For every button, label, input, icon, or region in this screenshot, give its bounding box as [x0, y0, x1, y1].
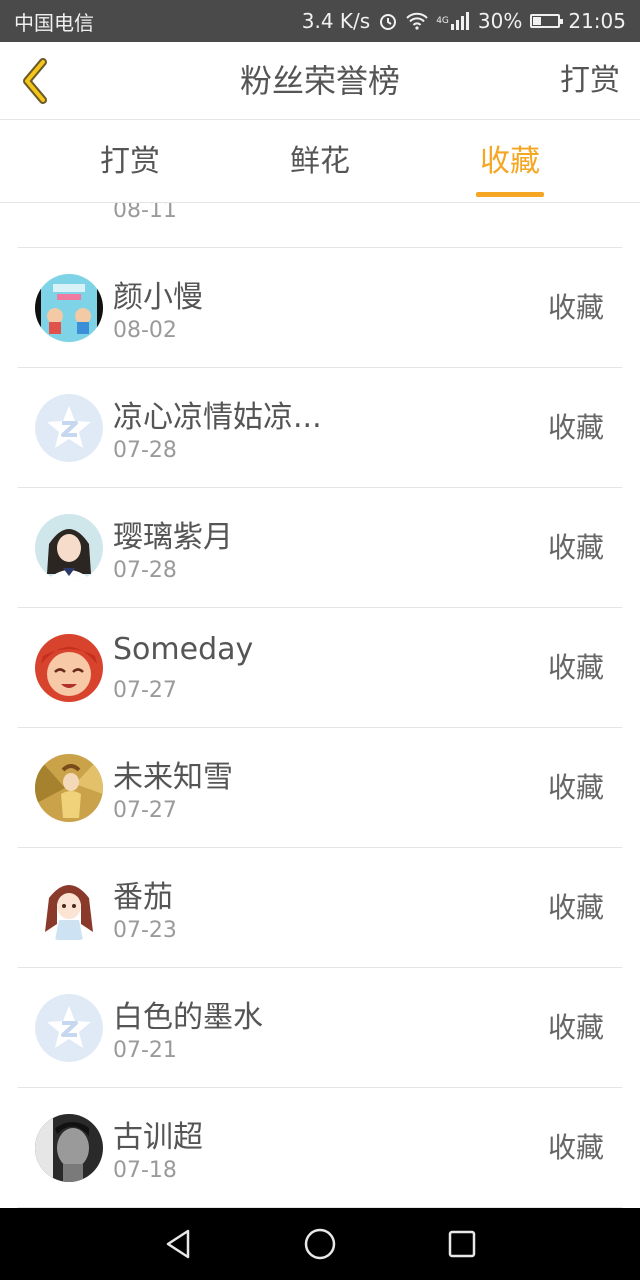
chevron-left-icon — [23, 58, 47, 104]
nav-recents-button[interactable] — [444, 1226, 480, 1262]
anime-girl-avatar — [35, 874, 103, 942]
golden-art-avatar — [35, 754, 103, 822]
list-item-name: 古训超 — [113, 1120, 203, 1155]
list-item-date: 07-28 — [113, 438, 177, 463]
list-item-action: 收藏 — [547, 1011, 604, 1044]
list-item[interactable]: 白色的墨水 07-21 收藏 — [18, 968, 622, 1088]
alarm-icon — [378, 11, 398, 31]
list-item-action: 收藏 — [547, 1131, 604, 1164]
tab-reward[interactable]: 打赏 — [70, 121, 190, 203]
carrier-name: 中国电信 — [14, 10, 94, 35]
nav-back-button[interactable] — [160, 1226, 196, 1262]
tab-flowers[interactable]: 鲜花 — [260, 121, 380, 203]
header: 粉丝荣誉榜 打赏 — [0, 42, 640, 120]
list-item[interactable]: 璎璃紫月 07-28 收藏 — [18, 488, 622, 608]
list-item-date: 07-18 — [113, 1158, 177, 1183]
tab-label: 鲜花 — [290, 144, 350, 179]
list-item-name: 凉心凉情姑凉... — [113, 400, 322, 435]
list-item-name: 颜小慢 — [113, 280, 203, 315]
girl-photo-avatar — [35, 514, 103, 582]
status-bar: 中国电信 3.4 K/s 4G 30% 21:05 — [0, 0, 640, 42]
circle-home-icon — [304, 1228, 336, 1260]
tab-bar: 打赏 鲜花 收藏 — [0, 121, 640, 203]
list-item-name: 白色的墨水 — [113, 1000, 263, 1035]
list-item-action: 收藏 — [547, 291, 604, 324]
signal-icon: 4G — [436, 12, 470, 30]
list-item-action: 收藏 — [547, 411, 604, 444]
reward-button[interactable]: 打赏 — [560, 42, 620, 120]
battery-icon — [530, 14, 564, 28]
list-item-date: 08-02 — [113, 318, 177, 343]
page-title: 粉丝荣誉榜 — [239, 62, 400, 100]
list-item-date: 08-11 — [113, 203, 177, 223]
list-item[interactable]: 08-11 — [18, 203, 622, 248]
default-avatar — [35, 994, 103, 1062]
square-recents-icon — [448, 1230, 476, 1258]
list-item[interactable]: 凉心凉情姑凉... 07-28 收藏 — [18, 368, 622, 488]
tab-favorites[interactable]: 收藏 — [450, 121, 570, 203]
list-item-date: 07-28 — [113, 558, 177, 583]
network-type: 4G — [436, 16, 449, 26]
anime-redhair-avatar — [35, 634, 103, 702]
list-item-name: Someday — [113, 632, 254, 667]
list-item[interactable]: 未来知雪 07-27 收藏 — [18, 728, 622, 848]
list-item-action: 收藏 — [547, 891, 604, 924]
clock: 21:05 — [568, 9, 626, 33]
list-item[interactable]: 古训超 07-18 收藏 — [18, 1088, 622, 1208]
list-item[interactable]: Someday 07-27 收藏 — [18, 608, 622, 728]
tab-label: 打赏 — [100, 144, 160, 179]
bw-photo-avatar — [35, 1114, 103, 1182]
list-item-name: 璎璃紫月 — [113, 520, 233, 555]
list-item[interactable]: 颜小慢 08-02 收藏 — [18, 248, 622, 368]
list-item-date: 07-27 — [113, 678, 177, 703]
list-item-action: 收藏 — [547, 651, 604, 684]
fan-list[interactable]: 08-11 颜小慢 08-02 收藏 凉心凉情姑凉... 07-28 收藏 璎璃… — [0, 203, 640, 1208]
nav-home-button[interactable] — [302, 1226, 338, 1262]
wifi-icon — [406, 12, 428, 30]
triangle-back-icon — [166, 1229, 190, 1259]
list-item-date: 07-23 — [113, 918, 177, 943]
active-tab-indicator — [476, 192, 544, 197]
book-cover-avatar — [35, 274, 103, 342]
status-right: 3.4 K/s 4G 30% 21:05 — [302, 9, 626, 33]
list-item[interactable]: 番茄 07-23 收藏 — [18, 848, 622, 968]
list-item-name: 番茄 — [113, 880, 173, 915]
default-avatar — [35, 394, 103, 462]
list-item-name: 未来知雪 — [113, 760, 233, 795]
list-item-date: 07-21 — [113, 1038, 177, 1063]
tab-label: 收藏 — [480, 144, 540, 179]
list-item-action: 收藏 — [547, 771, 604, 804]
network-speed: 3.4 K/s — [301, 9, 371, 33]
list-item-date: 07-27 — [113, 798, 177, 823]
back-button[interactable] — [12, 56, 58, 106]
battery-percent: 30% — [477, 9, 523, 33]
list-item-action: 收藏 — [547, 531, 604, 564]
system-nav-bar — [0, 1208, 640, 1280]
